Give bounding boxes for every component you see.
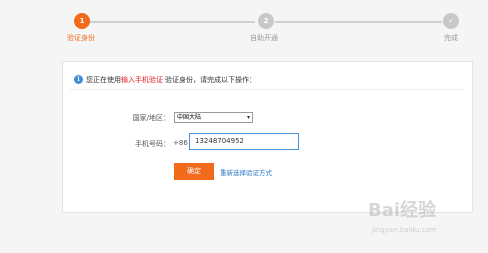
watermark-brand: Bai经验 bbox=[368, 200, 437, 221]
baidu-jingyan-watermark: Bai经验 jingyan.baidu.com bbox=[368, 196, 478, 238]
step-connector bbox=[275, 21, 442, 23]
notice-highlight: 输入手机验证 bbox=[121, 75, 163, 84]
notice-suffix: 验证身份，请完成以下操作： bbox=[165, 75, 256, 84]
notice-bar: i 您正在使用 输入手机验证 验证身份，请完成以下操作： bbox=[70, 70, 465, 90]
step-2-label: 自助开通 bbox=[250, 34, 278, 42]
watermark-url: jingyan.baidu.com bbox=[372, 226, 437, 234]
step-2-circle: 2 bbox=[258, 13, 274, 29]
verification-card: i 您正在使用 输入手机验证 验证身份，请完成以下操作： 国家/地区： 中国大陆… bbox=[62, 61, 473, 213]
phone-input[interactable]: 13248704952 bbox=[189, 133, 299, 150]
step-1-label: 验证身份 bbox=[67, 34, 95, 42]
phone-country-code: +86 bbox=[173, 139, 188, 147]
step-connector bbox=[84, 21, 255, 23]
country-select[interactable]: 中国大陆 ▾ bbox=[174, 112, 253, 123]
step-1-circle: 1 bbox=[74, 13, 90, 29]
phone-label: 手机号码： bbox=[135, 140, 170, 148]
chevron-down-icon: ▾ bbox=[246, 114, 250, 121]
notice-prefix: 您正在使用 bbox=[86, 75, 121, 84]
step-done-check-icon: ✓ bbox=[443, 13, 459, 29]
step-3-label: 完成 bbox=[444, 34, 458, 42]
reselect-method-link[interactable]: 重新选择验证方式 bbox=[220, 167, 272, 177]
info-icon: i bbox=[74, 75, 83, 84]
country-select-value: 中国大陆 bbox=[177, 114, 202, 121]
country-label: 国家/地区： bbox=[132, 114, 170, 122]
confirm-button[interactable]: 确定 bbox=[174, 163, 214, 180]
progress-steps: 1 验证身份 2 自助开通 ✓ 完成 bbox=[0, 0, 488, 52]
